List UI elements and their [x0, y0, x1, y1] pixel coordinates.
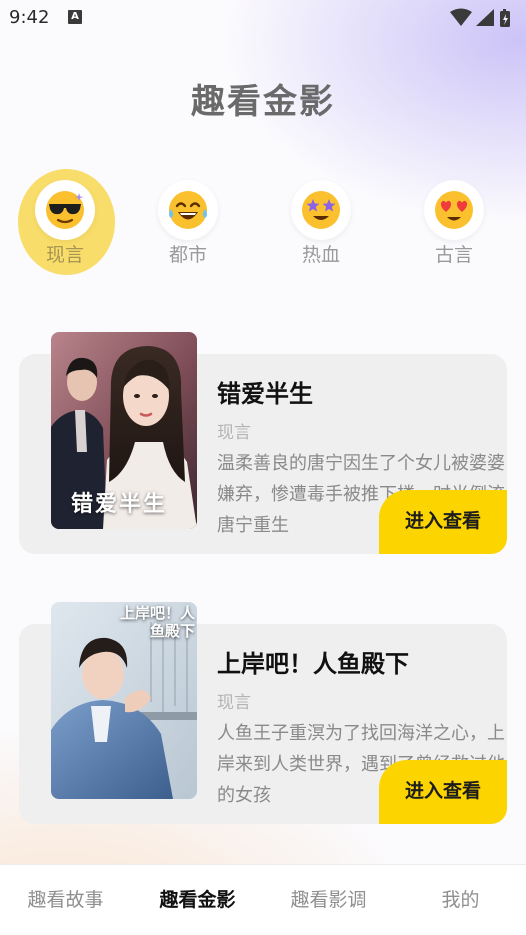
status-bar: 9:42 A [0, 0, 526, 36]
enter-view-button[interactable]: 进入查看 [379, 490, 507, 554]
drama-cover-image: 错爱半生 [51, 332, 197, 529]
category-tab-guyan[interactable]: 古言 [404, 168, 504, 276]
nav-item-quikan-jinying[interactable]: 趣看金影 [132, 885, 263, 912]
drama-genre: 现言 [217, 693, 251, 713]
tears-of-joy-emoji-icon [158, 180, 218, 240]
cool-sunglasses-emoji-icon [35, 180, 95, 240]
nav-item-mine[interactable]: 我的 [395, 885, 526, 912]
category-tab-dushi[interactable]: 都市 [138, 168, 238, 276]
drama-card[interactable]: 错爱半生 错爱半生 现言 温柔善良的唐宁因生了个女儿被婆婆嫌弃，惨遭毒手被推下楼… [19, 332, 507, 554]
bottom-navigation: 趣看故事 趣看金影 趣看影调 我的 [0, 864, 526, 935]
star-struck-emoji-icon [291, 180, 351, 240]
drama-card[interactable]: 上岸吧！人鱼殿下 上岸吧！人鱼殿下 现言 人鱼王子重溟为了找回海洋之心，上岸来到… [19, 602, 507, 824]
drama-cover-image: 上岸吧！人鱼殿下 [51, 602, 197, 799]
cover-title-text: 错爱半生 [71, 492, 168, 517]
status-time: 9:42 [9, 7, 50, 28]
category-label: 古言 [434, 244, 473, 266]
battery-icon [500, 9, 510, 27]
cover-title-text: 上岸吧！人鱼殿下 [119, 604, 195, 640]
category-label: 热血 [301, 244, 340, 266]
category-label: 现言 [45, 244, 84, 266]
drama-title: 上岸吧！人鱼殿下 [217, 650, 409, 678]
heart-eyes-emoji-icon [424, 180, 484, 240]
category-tabs: 现言 都市 热血 古言 [0, 168, 526, 278]
page-title: 趣看金影 [191, 82, 335, 122]
wifi-icon [450, 8, 472, 26]
drama-title: 错爱半生 [217, 380, 313, 408]
notification-icon: A [68, 10, 82, 24]
status-icons [450, 8, 510, 27]
enter-view-button[interactable]: 进入查看 [379, 760, 507, 824]
category-tab-xianyan[interactable]: 现言 [15, 168, 115, 276]
category-label: 都市 [168, 244, 207, 266]
signal-icon [476, 9, 494, 26]
category-tab-rexue[interactable]: 热血 [271, 168, 371, 276]
nav-item-quikan-yingdiao[interactable]: 趣看影调 [263, 885, 394, 912]
nav-item-quikan-stories[interactable]: 趣看故事 [0, 885, 131, 912]
drama-genre: 现言 [217, 423, 251, 443]
